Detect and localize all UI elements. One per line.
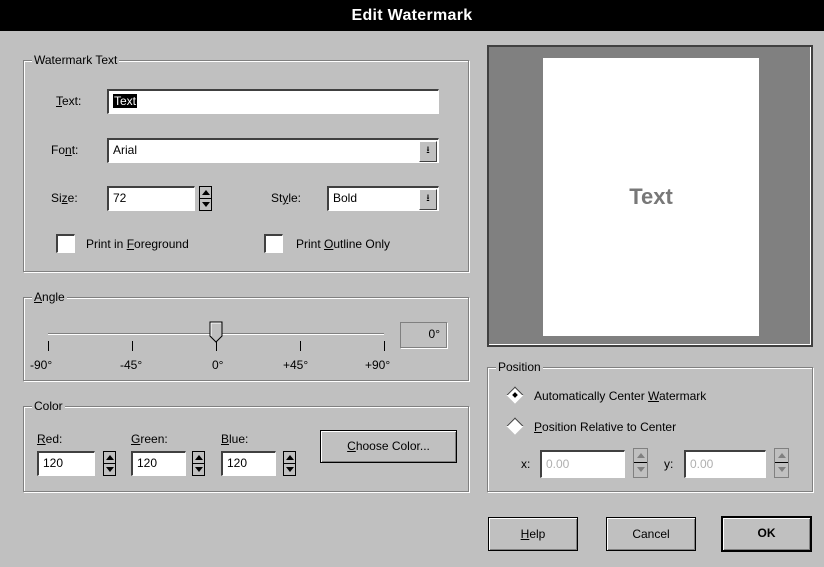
red-field[interactable]: 120 [37,451,95,476]
font-dropdown-arrow-icon[interactable]: ⭳ [419,141,437,162]
font-label: Font: [51,143,79,157]
green-spinner[interactable] [192,451,205,476]
angle-tick-label: +45° [283,358,309,372]
size-label: Size: [51,191,78,205]
font-select-value: Arial [113,143,138,157]
style-dropdown-arrow-icon[interactable]: ⭳ [419,189,437,210]
print-outline-label[interactable]: Print Outline Only [296,237,390,251]
blue-spin-up-icon[interactable] [284,452,295,464]
text-label: Text: [56,94,82,108]
text-field-value: Text [113,94,138,108]
size-field[interactable]: 72 [107,186,195,211]
blue-field-value: 120 [227,456,248,470]
cancel-button[interactable]: Cancel [606,517,696,551]
size-field-value: 72 [113,191,127,205]
y-spinner[interactable] [774,448,789,478]
angle-group-title: Angle [32,290,67,304]
blue-label: Blue: [221,432,249,446]
window-title: Edit Watermark [0,0,824,31]
angle-tick-label: 0° [212,358,224,372]
red-label: Red: [37,432,63,446]
angle-tick [384,341,385,351]
red-field-value: 120 [43,456,64,470]
x-spin-down-icon[interactable] [634,463,647,477]
angle-tick-label: +90° [365,358,391,372]
green-field-value: 120 [137,456,158,470]
size-spin-down-icon[interactable] [200,199,211,211]
print-outline-checkbox[interactable] [264,234,283,253]
print-foreground-checkbox[interactable] [56,234,75,253]
blue-spinner[interactable] [283,451,296,476]
font-select[interactable]: Arial ⭳ [107,138,439,163]
angle-tick [132,341,133,351]
green-label: Green: [131,432,168,446]
angle-tick [300,341,301,351]
style-select[interactable]: Bold ⭳ [327,186,439,211]
print-foreground-label[interactable]: Print in Foreground [86,237,189,251]
preview-watermark-text: Text [629,184,673,209]
position-relative-label[interactable]: Position Relative to Center [534,420,676,434]
y-field[interactable]: 0.00 [684,450,766,478]
watermark-preview: Text [487,45,813,347]
red-spin-up-icon[interactable] [104,452,115,464]
choose-color-button[interactable]: Choose Color... [320,430,457,463]
watermark-text-group-title: Watermark Text [32,53,120,67]
angle-tick-label: -45° [120,358,143,372]
x-label: x: [521,457,531,471]
x-spin-up-icon[interactable] [634,449,647,463]
style-label: Style: [271,191,302,205]
color-group-title: Color [32,399,65,413]
edit-watermark-dialog: Edit Watermark Watermark Text Text: Text… [0,0,824,567]
x-spinner[interactable] [633,448,648,478]
green-field[interactable]: 120 [131,451,186,476]
y-spin-down-icon[interactable] [775,463,788,477]
text-field[interactable]: Text [107,89,439,114]
style-select-value: Bold [333,191,358,205]
angle-tick-label: -90° [30,358,53,372]
x-field-value: 0.00 [546,457,570,471]
green-spin-up-icon[interactable] [193,452,204,464]
red-spinner[interactable] [103,451,116,476]
help-button[interactable]: Help [488,517,578,551]
ok-button[interactable]: OK [721,516,812,552]
green-spin-down-icon[interactable] [193,464,204,476]
preview-page: Text [543,58,759,336]
y-spin-up-icon[interactable] [775,449,788,463]
size-spinner[interactable] [199,186,212,211]
y-field-value: 0.00 [690,457,714,471]
blue-spin-down-icon[interactable] [284,464,295,476]
angle-readout: 0° [400,322,447,348]
y-label: y: [664,457,674,471]
angle-tick [48,341,49,351]
auto-center-label[interactable]: Automatically Center Watermark [534,389,706,403]
size-spin-up-icon[interactable] [200,187,211,199]
position-group-title: Position [496,360,543,374]
angle-slider-thumb[interactable] [209,321,223,343]
red-spin-down-icon[interactable] [104,464,115,476]
x-field[interactable]: 0.00 [540,450,625,478]
blue-field[interactable]: 120 [221,451,276,476]
